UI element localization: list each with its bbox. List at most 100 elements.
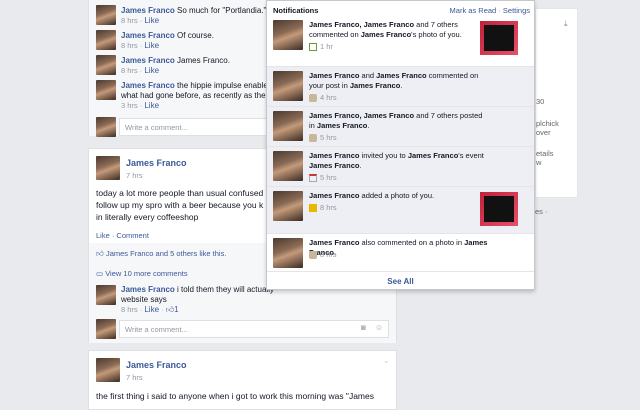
thumbs-up-icon: 👍︎ (96, 249, 104, 258)
notification-text: 's photo of you. (411, 30, 462, 39)
actor-name: James Franco (360, 30, 412, 39)
comment: James Franco i told them they will actua… (121, 285, 274, 314)
notification-meta: 5 hrs (309, 173, 337, 183)
notification-text: 's event (458, 151, 484, 160)
avatar (96, 156, 120, 180)
post-author[interactable]: James Franco (126, 360, 187, 370)
comment-text: what had gone before, as recently as the… (121, 91, 277, 100)
post-time[interactable]: 7 hrs (126, 171, 143, 180)
actor-name: James Franco (349, 81, 401, 90)
notification-message: James Franco, James Franco and 7 others … (309, 20, 489, 40)
panel-text: plchick (536, 119, 559, 128)
notification-message: James Franco invited you to James Franco… (309, 151, 489, 171)
actor-name: James Franco (376, 71, 427, 80)
right-panel: ⤓ 30 plchick over etails w (535, 8, 578, 198)
notification-message: James Franco, James Franco and 7 others … (309, 111, 489, 131)
like-link[interactable]: Like (144, 16, 159, 25)
post-time[interactable]: 7 hrs (126, 373, 143, 382)
see-all-label: See All (387, 277, 414, 286)
notification-text: . (367, 121, 370, 130)
notification-meta: 8 hrs (309, 250, 337, 260)
actor-name: James Franco (407, 151, 459, 160)
notification-message: James Franco added a photo of you. (309, 191, 489, 201)
notification-item[interactable]: James Franco also commented on a photo i… (267, 233, 534, 271)
comment-icon (309, 42, 320, 52)
comment-text: Of course. (177, 31, 214, 40)
likes-summary[interactable]: 👍︎ James Franco and 5 others like this. (96, 249, 226, 259)
notification-message: James Franco and James Franco commented … (309, 71, 489, 91)
actor-name: James Franco, James Franco (309, 111, 415, 120)
like-link[interactable]: Like (144, 66, 159, 75)
notifications-title: Notifications (273, 6, 319, 15)
panel-text: over (536, 128, 551, 137)
avatar (96, 117, 116, 137)
post-body: today a lot more people than usual confu… (96, 187, 263, 223)
comment-time: 8 hrs (121, 41, 138, 50)
see-all-button[interactable]: See All (267, 271, 534, 291)
like-link[interactable]: Like (144, 101, 159, 110)
avatar (96, 30, 116, 50)
comment-time: 3 hrs (121, 101, 138, 110)
comment-author[interactable]: James Franco (121, 285, 175, 294)
avatar (96, 358, 120, 382)
notification-item[interactable]: James Franco and James Franco commented … (267, 66, 534, 106)
notification-item[interactable]: James Franco invited you to James Franco… (267, 146, 534, 186)
comment-time: 8 hrs (121, 66, 138, 75)
notification-text: . (359, 161, 362, 170)
comment-author[interactable]: James Franco (121, 31, 175, 40)
notification-text: added a photo of you. (359, 191, 435, 200)
post-line: follow up my spro with a beer because yo… (96, 200, 264, 210)
notification-time: 4 hrs (320, 93, 337, 102)
comment-text: i told them they will actually (177, 285, 274, 294)
calendar-icon (309, 173, 320, 183)
mark-as-read-link[interactable]: Mark as Read (450, 6, 497, 15)
avatar (273, 20, 303, 50)
avatar (273, 151, 303, 181)
avatar (96, 55, 116, 75)
avatar (273, 111, 303, 141)
group-icon (309, 93, 320, 103)
avatar (273, 238, 303, 268)
comment-text: James Franco. (177, 56, 230, 65)
actor-name: James Franco, James Franco (309, 20, 415, 29)
view-more-comments[interactable]: ▭ View 10 more comments (96, 269, 188, 278)
photo-icon (309, 203, 320, 213)
photo-thumbnail[interactable] (480, 192, 518, 226)
actor-name: James Franco (309, 238, 360, 247)
like-link[interactable]: Like (144, 41, 159, 50)
view-more-label: View 10 more comments (105, 269, 188, 278)
avatar (273, 191, 303, 221)
notification-time: 8 hrs (320, 203, 337, 212)
notification-meta: 1 hr (309, 42, 333, 52)
comment-author[interactable]: James Franco (121, 6, 175, 15)
comment-time: 8 hrs (121, 16, 138, 25)
notification-item[interactable]: James Franco, James Franco and 7 others … (267, 16, 534, 66)
write-comment-input[interactable]: Write a comment... (119, 320, 389, 338)
comment-time: 8 hrs (121, 305, 138, 314)
likes-text: James Franco and 5 others like this. (105, 249, 227, 258)
like-link[interactable]: Like (144, 305, 159, 314)
avatar (96, 5, 116, 25)
actor-name: James Franco (309, 71, 360, 80)
emoji-icon[interactable]: ☺ (375, 323, 383, 332)
post-author[interactable]: James Franco (126, 158, 187, 168)
comment-author[interactable]: James Franco (121, 56, 175, 65)
notification-item[interactable]: James Franco, James Franco and 7 others … (267, 106, 534, 146)
photo-thumbnail[interactable] (480, 21, 518, 55)
chevron-down-icon[interactable]: ⌄ (383, 356, 390, 365)
panel-text: 30 (536, 97, 545, 106)
notification-text: . (400, 81, 403, 90)
notification-text: also commented on a photo in (359, 238, 465, 247)
notification-meta: 5 hrs (309, 133, 337, 143)
notification-text: and (359, 71, 377, 80)
avatar (96, 319, 116, 339)
download-icon[interactable]: ⤓ (564, 19, 568, 29)
thumbs-up-icon: 👍︎ (165, 305, 175, 314)
panel-text: etails (536, 149, 554, 158)
comment-author[interactable]: James Franco (121, 81, 175, 90)
group-icon (309, 250, 320, 260)
camera-icon[interactable]: ◙ (361, 323, 366, 332)
like-comment-links[interactable]: Like · Comment (96, 231, 149, 240)
settings-link[interactable]: Settings (503, 6, 530, 15)
notification-item[interactable]: James Franco added a photo of you. 8 hrs (267, 186, 534, 233)
